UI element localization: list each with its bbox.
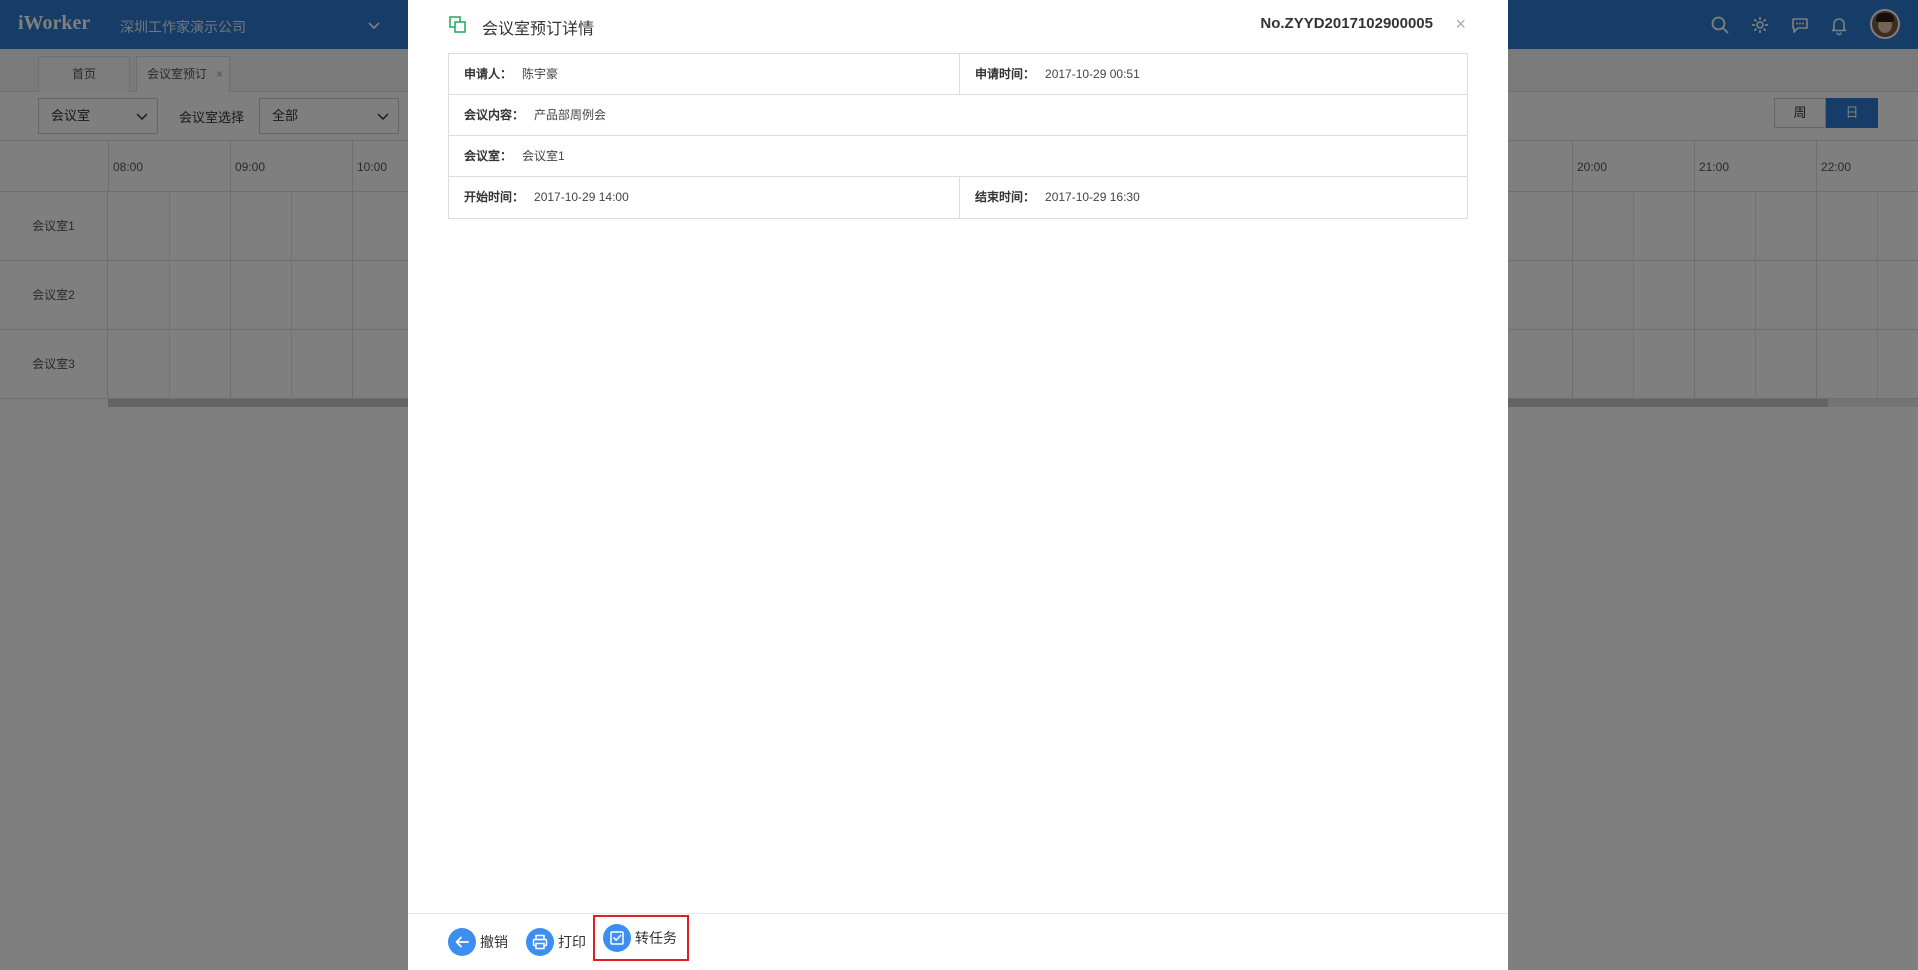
- task-check-icon: [603, 924, 631, 952]
- apply-time-label: 申请时间：: [975, 67, 1036, 81]
- close-icon[interactable]: ×: [1455, 14, 1466, 35]
- dialog-footer: 撤销 打印 转任务: [408, 913, 1508, 970]
- end-time-cell: 结束时间： 2017-10-29 16:30: [959, 177, 1469, 218]
- applicant-value: 陈宇豪: [522, 67, 559, 81]
- arrow-left-icon: [448, 928, 476, 956]
- start-time-value: 2017-10-29 14:00: [534, 190, 629, 204]
- convert-to-task-button[interactable]: 转任务: [593, 915, 689, 961]
- info-row: 会议室： 会议室1: [449, 136, 1467, 177]
- info-row: 开始时间： 2017-10-29 14:00 结束时间： 2017-10-29 16…: [449, 177, 1467, 218]
- room-label: 会议室：: [464, 149, 513, 163]
- content-label: 会议内容：: [464, 108, 525, 122]
- copy-icon: [449, 16, 466, 33]
- applicant-cell: 申请人： 陈宇豪: [449, 54, 959, 95]
- booking-detail-dialog: 会议室预订详情 No.ZYYD2017102900005 × 申请人： 陈宇豪 申…: [408, 0, 1508, 970]
- end-time-value: 2017-10-29 16:30: [1045, 190, 1140, 204]
- info-row: 申请人： 陈宇豪 申请时间： 2017-10-29 00:51: [449, 54, 1467, 95]
- start-time-label: 开始时间：: [464, 190, 525, 204]
- content-value: 产品部周例会: [534, 108, 607, 122]
- booking-info-table: 申请人： 陈宇豪 申请时间： 2017-10-29 00:51 会议内容： 产品部周例…: [448, 53, 1468, 219]
- room-cell: 会议室： 会议室1: [449, 136, 1469, 177]
- apply-time-value: 2017-10-29 00:51: [1045, 67, 1140, 81]
- info-row: 会议内容： 产品部周例会: [449, 95, 1467, 136]
- room-value: 会议室1: [522, 149, 565, 163]
- booking-number: No.ZYYD2017102900005: [1260, 15, 1433, 32]
- start-time-cell: 开始时间： 2017-10-29 14:00: [449, 177, 959, 218]
- convert-to-task-label: 转任务: [635, 930, 677, 946]
- revoke-label: 撤销: [480, 934, 508, 950]
- printer-icon: [526, 928, 554, 956]
- dialog-title: 会议室预订详情: [482, 21, 595, 38]
- print-label: 打印: [558, 934, 586, 950]
- end-time-label: 结束时间：: [975, 190, 1036, 204]
- revoke-button[interactable]: 撤销: [448, 926, 508, 958]
- applicant-label: 申请人：: [464, 67, 513, 81]
- print-button[interactable]: 打印: [526, 926, 586, 958]
- apply-time-cell: 申请时间： 2017-10-29 00:51: [959, 54, 1469, 95]
- content-cell: 会议内容： 产品部周例会: [449, 95, 1469, 136]
